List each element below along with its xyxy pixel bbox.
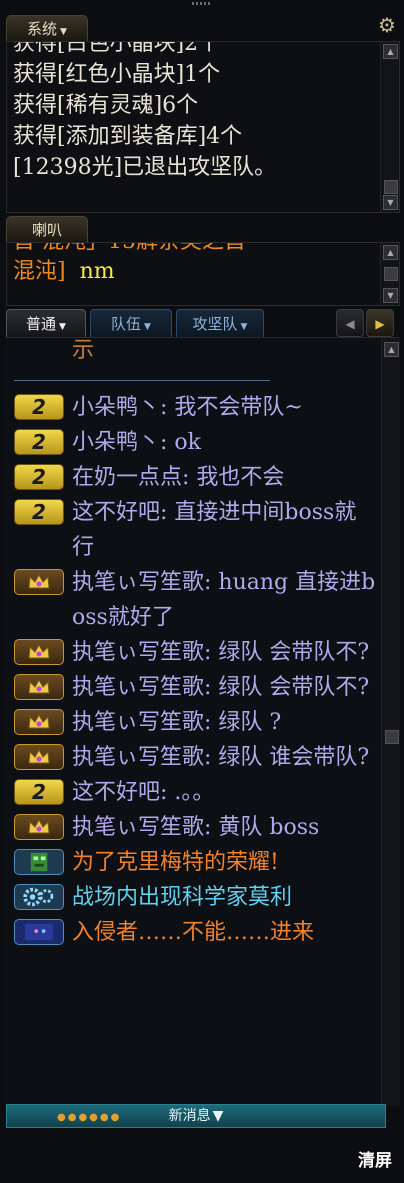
vip-level-badge-icon: 2 [14, 394, 64, 420]
tab-prev-button[interactable]: ◀ [336, 309, 364, 337]
log-line: 获得[稀有灵魂]6个 [13, 93, 199, 118]
crown-badge-icon [14, 709, 64, 735]
crown-badge-icon [14, 674, 64, 700]
chat-message: 战场内出现科学家莫利 [14, 880, 378, 915]
chat-message: 执笔ぃ写笙歌: 绿队 会带队不? [14, 670, 378, 705]
chat-message-text: 小朵鸭丶: ok [72, 430, 201, 455]
horn-line: 首 混沌」15解亲矣之首 [13, 243, 377, 257]
chat-message: 2 小朵鸭丶: ok [14, 425, 378, 460]
tab-horn[interactable]: 喇叭 [6, 216, 88, 242]
tab-next-button[interactable]: ▶ [366, 309, 394, 337]
chat-message: 2 这不好吧: .。。 [14, 775, 378, 810]
horn-line-part: 混沌] [13, 259, 66, 284]
resize-grip[interactable] [192, 2, 212, 5]
vip-level-badge-icon: 2 [14, 779, 64, 805]
vip-level-badge-icon: 2 [14, 429, 64, 455]
triangle-down-icon: ▼ [212, 1108, 224, 1124]
gear-icon[interactable]: ⚙ [376, 14, 398, 36]
chat-message-text: 执笔ぃ写笙歌: 绿队 会带队不? [72, 640, 370, 665]
crown-badge-icon [14, 744, 64, 770]
chat-message: 执笔ぃ写笙歌: huang 直接进boss就好了 [14, 565, 378, 635]
new-messages-button[interactable]: ●●●●●● 新消息 ▼ [6, 1104, 386, 1128]
scroll-up-icon[interactable]: ▲ [384, 342, 399, 357]
scroll-down-icon[interactable]: ▼ [383, 195, 398, 210]
soldier-portrait-icon [14, 849, 64, 875]
log-line: 获得[添加到装备库]4个 [13, 124, 243, 149]
chat-window: 系统 ▼ ⚙ 获得[白色小晶块]2个 获得[红色小晶块]1个 获得[稀有灵魂]6个… [0, 0, 404, 1183]
chat-message-text: 战场内出现科学家莫利 [72, 885, 293, 910]
chevron-down-icon: ▼ [144, 322, 151, 332]
dots-icon: ●●●●●● [57, 1112, 122, 1123]
chat-message-text: 执笔ぃ写笙歌: 绿队 会带队不? [72, 675, 370, 700]
chat-message: 执笔ぃ写笙歌: 绿队 会带队不? [14, 635, 378, 670]
chat-message: 2 小朵鸭丶: 我不会带队~ [14, 390, 378, 425]
chat-message: 为了克里梅特的荣耀! [14, 845, 378, 880]
chat-message-text: 执笔ぃ写笙歌: huang 直接进boss就好了 [72, 570, 376, 630]
chat-scrollbar[interactable]: ▲ [381, 338, 400, 1106]
scroll-up-icon[interactable]: ▲ [383, 44, 398, 59]
horn-panel: 首 混沌」15解亲矣之首 混沌] nm ▲ ▼ [6, 242, 400, 306]
vip-level-badge-icon: 2 [14, 464, 64, 490]
system-log-panel: 获得[白色小晶块]2个 获得[红色小晶块]1个 获得[稀有灵魂]6个 获得[添加… [6, 41, 400, 213]
scroll-thumb[interactable] [384, 267, 398, 281]
chat-message: 2 这不好吧: 直接进中间boss就行 [14, 495, 378, 565]
chevron-down-icon: ▼ [240, 322, 248, 332]
scroll-thumb[interactable] [385, 730, 399, 744]
clear-screen-button[interactable]: 清屏 [358, 1146, 392, 1171]
log-line: 获得[红色小晶块]1个 [13, 62, 221, 87]
tab-team-label: 队伍 [111, 315, 142, 333]
tab-normal[interactable]: 普通 ▼ [6, 309, 86, 337]
tab-team[interactable]: 队伍 ▼ [90, 309, 172, 337]
system-log-text: 获得[白色小晶块]2个 获得[红色小晶块]1个 获得[稀有灵魂]6个 获得[添加… [13, 41, 377, 183]
vip-level-badge-icon: 2 [14, 499, 64, 525]
horn-scrollbar[interactable]: ▲ ▼ [380, 243, 399, 305]
chevron-down-icon: ▼ [59, 322, 66, 332]
message-list: 2 小朵鸭丶: 我不会带队~ 2 小朵鸭丶: ok 2 在奶一点点: 我也不会 2 这不好吧:… [14, 390, 378, 950]
horn-line-part: nm [79, 259, 115, 284]
chat-message-text: 小朵鸭丶: 我不会带队~ [72, 395, 303, 420]
arrow-left-icon: ◀ [345, 317, 355, 331]
horn-text: 首 混沌」15解亲矣之首 混沌] nm [13, 243, 377, 287]
chat-top-fragment: 示 [72, 338, 95, 362]
horn-line: 混沌] nm [13, 257, 377, 287]
system-log-scrollbar[interactable]: ▲ ▼ [380, 42, 399, 212]
chat-panel: 示 ________________________________ 2 小朵鸭丶… [6, 337, 400, 1106]
tab-horn-label: 喇叭 [31, 221, 62, 239]
crown-badge-icon [14, 569, 64, 595]
chat-message: 执笔ぃ写笙歌: 黄队 boss [14, 810, 378, 845]
chat-message: 入侵者……不能……进来 [14, 915, 378, 950]
chat-message-text: 这不好吧: .。。 [72, 780, 215, 805]
chat-message-text: 为了克里梅特的荣耀! [72, 850, 279, 875]
chat-message: 执笔ぃ写笙歌: 绿队 ? [14, 705, 378, 740]
new-messages-label: 新消息 [168, 1108, 211, 1124]
chat-message-text: 入侵者……不能……进来 [72, 920, 315, 945]
crown-badge-icon [14, 639, 64, 665]
chat-message-text: 这不好吧: 直接进中间boss就行 [72, 500, 357, 560]
scroll-thumb[interactable] [384, 180, 398, 194]
chat-message-text: 执笔ぃ写笙歌: 绿队 ? [72, 710, 282, 735]
chat-message-text: 在奶一点点: 我也不会 [72, 465, 285, 490]
tab-raid[interactable]: 攻坚队 ▼ [176, 309, 264, 337]
chat-message: 执笔ぃ写笙歌: 绿队 谁会带队? [14, 740, 378, 775]
chat-message-text: 执笔ぃ写笙歌: 绿队 谁会带队? [72, 745, 370, 770]
log-line: 获得[白色小晶块]2个 [13, 41, 221, 56]
arrow-right-icon: ▶ [375, 317, 385, 331]
scroll-down-icon[interactable]: ▼ [383, 288, 398, 303]
tab-normal-label: 普通 [26, 315, 57, 333]
scroll-up-icon[interactable]: ▲ [383, 245, 398, 260]
chat-message: 2 在奶一点点: 我也不会 [14, 460, 378, 495]
crown-badge-icon [14, 814, 64, 840]
chat-message-text: 执笔ぃ写笙歌: 黄队 boss [72, 815, 320, 840]
tab-system[interactable]: 系统 ▼ [6, 15, 88, 41]
chat-messages: 示 ________________________________ 2 小朵鸭丶… [14, 338, 378, 950]
tab-raid-label: 攻坚队 [192, 315, 238, 333]
chat-divider: ________________________________ [14, 362, 270, 381]
log-line: [12398光]已退出攻坚队。 [13, 155, 277, 180]
gears-icon [14, 884, 64, 910]
tab-system-label: 系统 [27, 20, 58, 38]
invader-portrait-icon [14, 919, 64, 945]
chevron-down-icon: ▼ [60, 27, 67, 37]
